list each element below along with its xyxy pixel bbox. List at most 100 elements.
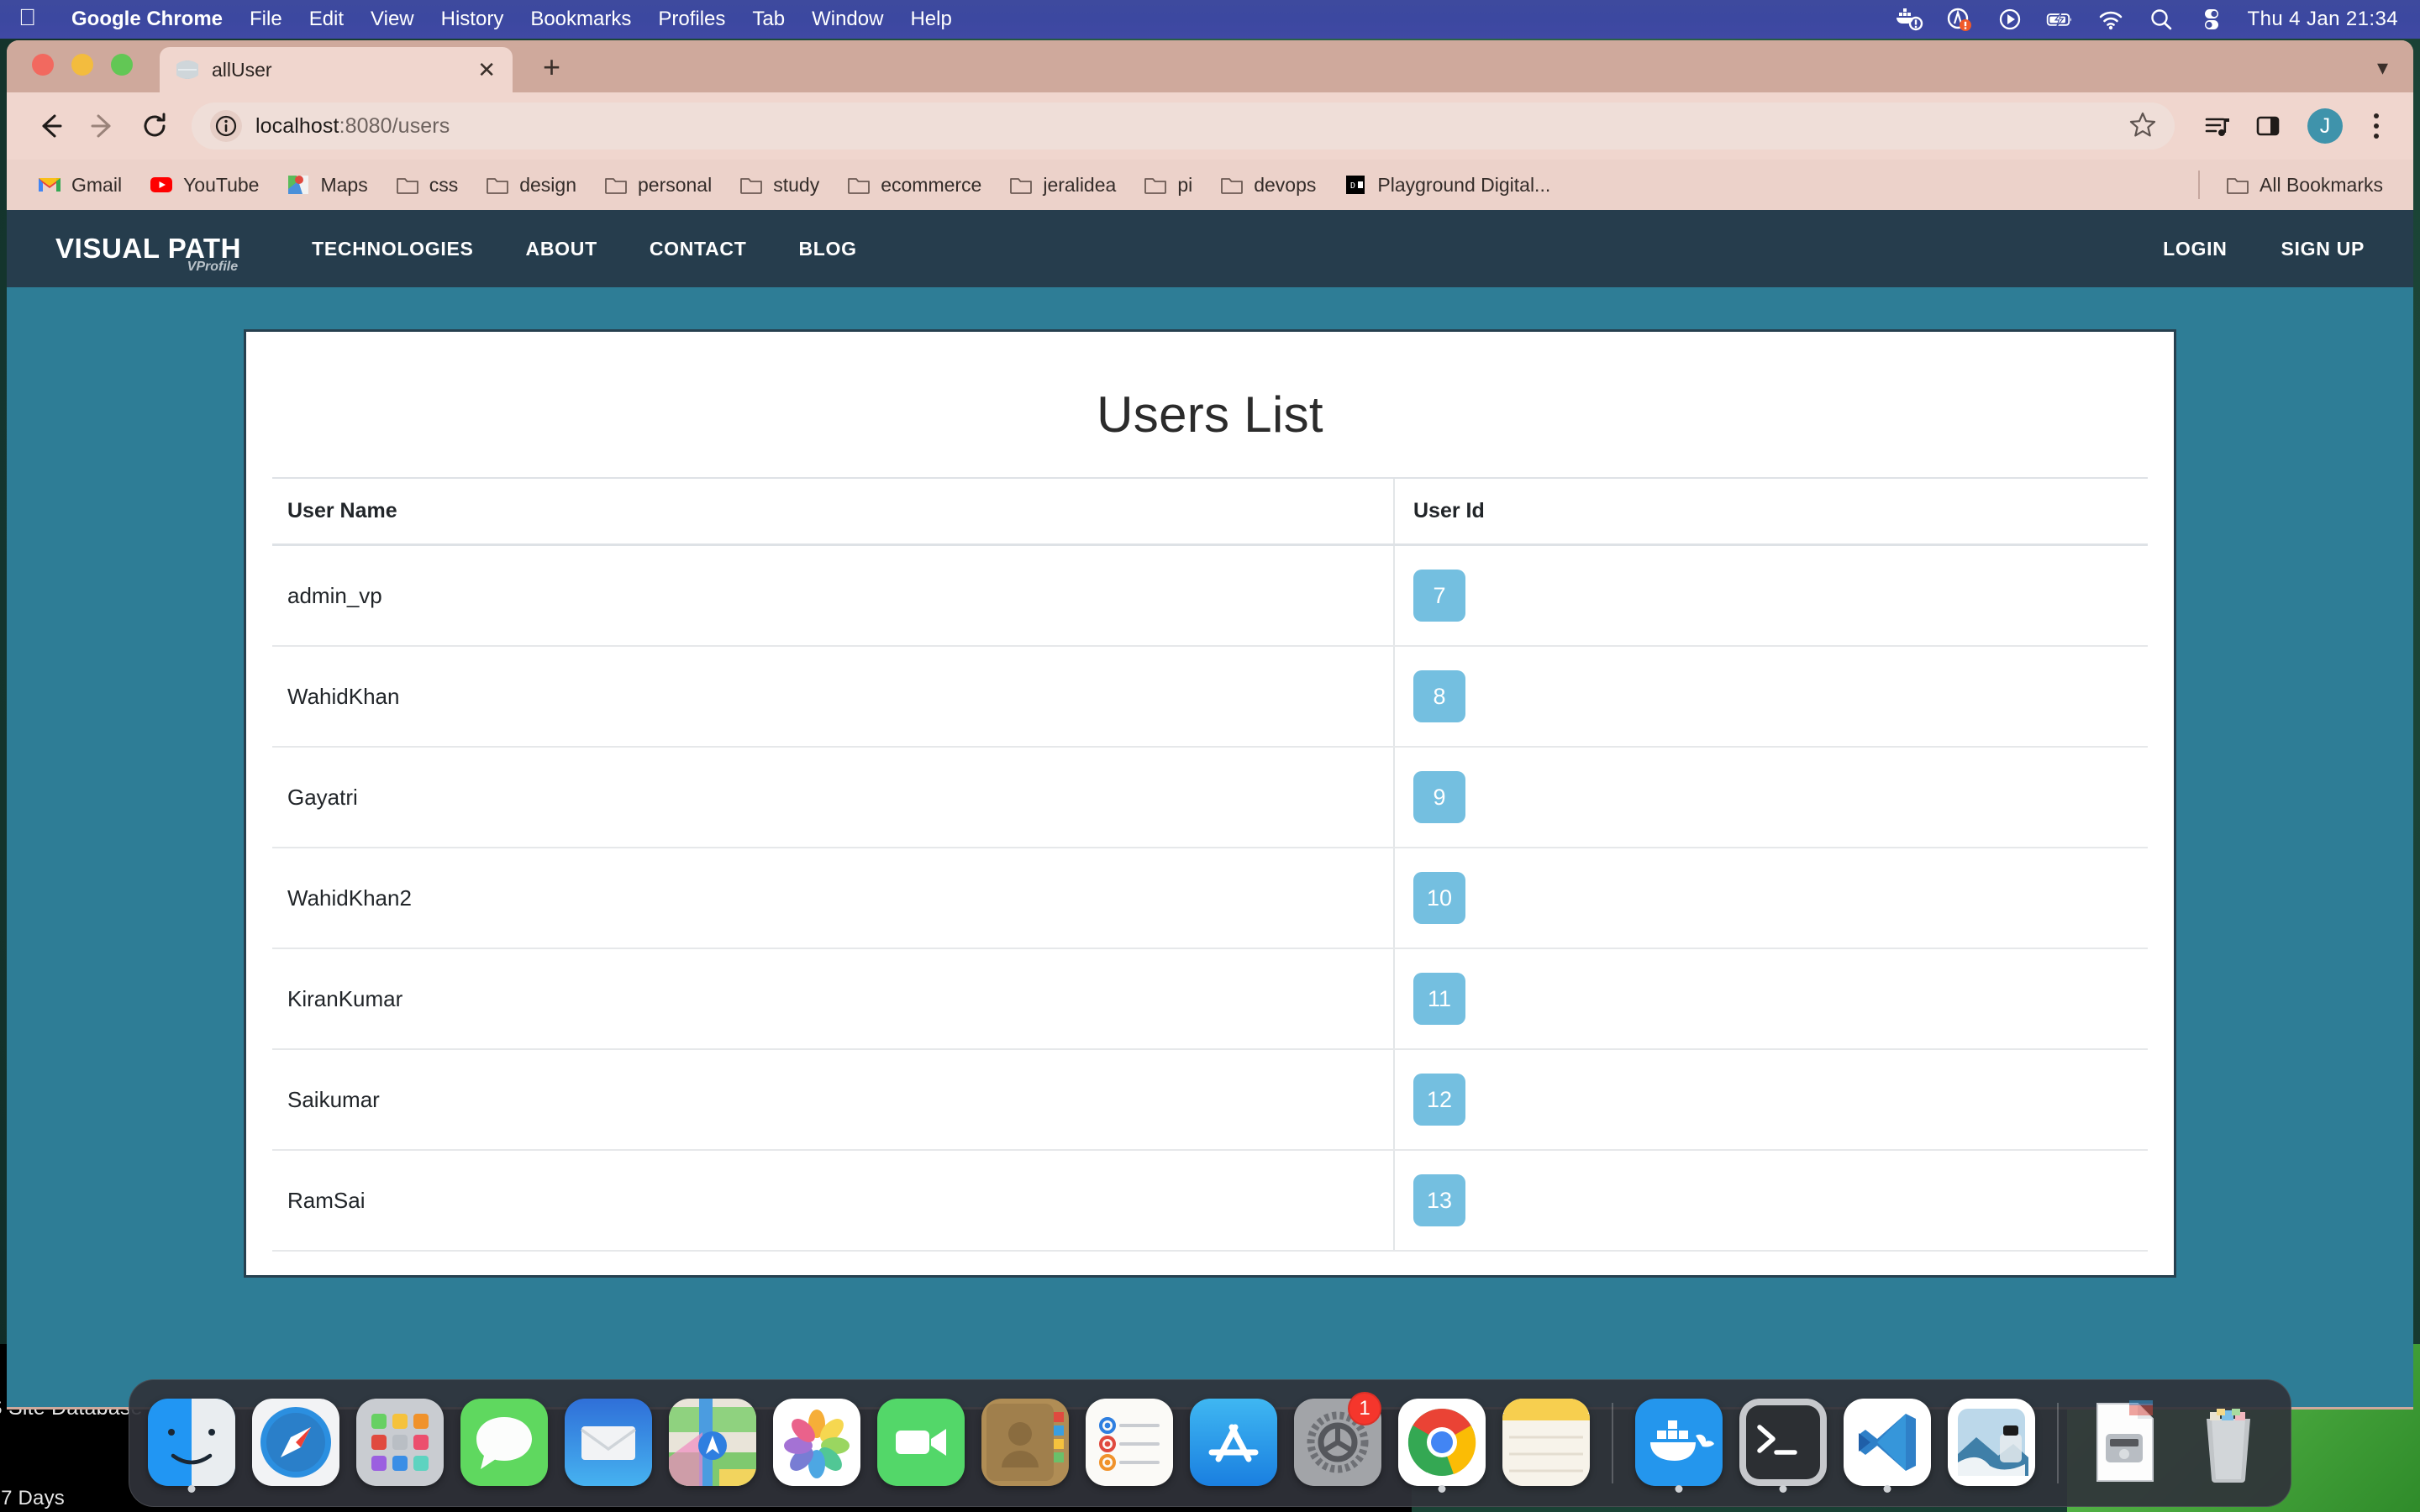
folder-icon [739,174,764,196]
dock-item-maps[interactable] [664,1392,761,1494]
users-table-head: User Name User Id [272,478,2148,545]
table-row[interactable]: KiranKumar 11 [272,948,2148,1049]
macos-menu-bar:  Google Chrome File Edit View History B… [0,0,2420,39]
dock-item-contacts[interactable] [976,1392,1074,1494]
status-badge: 7 [1413,570,1465,622]
nav-link-blog[interactable]: BLOG [798,238,856,260]
dock-item-notes[interactable] [1497,1392,1595,1494]
globe-icon [176,59,198,81]
browser-tab[interactable]: allUser ✕ [160,47,513,92]
status-badge: 9 [1413,771,1465,823]
dock-item-trash[interactable] [2180,1392,2277,1494]
bookmark-label: design [519,174,576,197]
dock-item-app-store[interactable] [1185,1392,1282,1494]
dock-item-messages[interactable] [455,1392,553,1494]
kebab-menu-icon[interactable] [2360,113,2393,139]
menu-item-bookmarks[interactable]: Bookmarks [517,8,644,31]
table-row[interactable]: WahidKhan 8 [272,646,2148,747]
all-bookmarks-button[interactable]: All Bookmarks [2213,169,2395,202]
wifi-icon[interactable] [2096,7,2125,32]
table-row[interactable]: Saikumar 12 [272,1049,2148,1150]
media-playlist-icon[interactable] [2195,103,2240,149]
play-circle-icon[interactable] [1996,7,2024,32]
dock-item-google-chrome[interactable] [1393,1392,1491,1494]
nav-link-login[interactable]: LOGIN [2163,238,2227,260]
dock-item-finder[interactable] [143,1392,240,1494]
battery-charging-icon[interactable] [2046,7,2075,32]
bookmark-pi[interactable]: pi [1131,169,1204,202]
table-row[interactable]: WahidKhan2 10 [272,848,2148,948]
folder-icon [2225,174,2250,196]
new-tab-button[interactable]: + [543,52,560,92]
dock-item-preview[interactable] [1943,1392,2040,1494]
menu-item-window[interactable]: Window [798,8,897,31]
dock-item-disk-file[interactable] [2075,1392,2173,1494]
menu-item-edit[interactable]: Edit [296,8,357,31]
menu-item-file[interactable]: File [236,8,296,31]
bookmark-ecommerce[interactable]: ecommerce [834,169,993,202]
site-brand[interactable]: VISUAL PATH VProfile [55,233,241,265]
search-icon[interactable] [2147,7,2175,32]
bookmark-devops[interactable]: devops [1207,169,1328,202]
close-icon[interactable]: ✕ [477,59,496,81]
column-header-user-name[interactable]: User Name [272,478,1394,545]
chevron-down-icon[interactable]: ▾ [2377,55,2413,92]
dock-item-launchpad[interactable] [351,1392,449,1494]
nav-link-sign-up[interactable]: SIGN UP [2281,238,2365,260]
docker-status-icon[interactable] [1895,7,1923,32]
address-bar[interactable]: localhost:8080/users [192,102,2175,150]
table-row[interactable]: RamSai 13 [272,1150,2148,1251]
back-arrow-icon[interactable] [27,102,74,150]
menu-item-tab[interactable]: Tab [739,8,798,31]
bookmark-playground-digital[interactable]: D Playground Digital... [1331,169,1562,202]
menu-item-google-chrome[interactable]: Google Chrome [58,8,236,31]
control-center-icon[interactable] [2197,7,2226,32]
brand-subtitle: VProfile [187,260,238,275]
bookmark-maps[interactable]: Maps [274,169,379,202]
menu-item-profiles[interactable]: Profiles [644,8,739,31]
menu-bar-clock[interactable]: Thu 4 Jan 21:34 [2248,8,2398,31]
dock-item-terminal[interactable] [1734,1392,1832,1494]
bookmark-css[interactable]: css [383,169,471,202]
dock-item-mail[interactable] [560,1392,657,1494]
star-icon[interactable] [2129,111,2156,142]
bookmark-design[interactable]: design [473,169,588,202]
column-header-user-id[interactable]: User Id [1394,478,2148,545]
menu-item-view[interactable]: View [357,8,428,31]
nav-link-technologies[interactable]: TECHNOLOGIES [312,238,473,260]
finder-icon [148,1399,235,1486]
table-row[interactable]: Gayatri 9 [272,747,2148,848]
bookmark-jeralidea[interactable]: jeralidea [997,169,1128,202]
close-window-button[interactable] [32,54,54,76]
macos-dock: 1 [129,1379,2291,1507]
avatar[interactable]: J [2307,108,2343,144]
nav-link-about[interactable]: ABOUT [526,238,597,260]
photos-icon [773,1399,860,1486]
dock-item-facetime[interactable] [872,1392,970,1494]
forward-arrow-icon[interactable] [79,102,126,150]
bookmark-youtube[interactable]: YouTube [137,169,271,202]
bookmark-study[interactable]: study [727,169,831,202]
dock-item-safari[interactable] [247,1392,345,1494]
table-row[interactable]: admin_vp 7 [272,545,2148,647]
dock-item-system-settings[interactable]: 1 [1289,1392,1386,1494]
info-circle-icon[interactable] [210,110,242,142]
apple-logo-icon[interactable]:  [18,6,36,29]
adobe-creative-cloud-warning-icon[interactable] [1945,7,1974,32]
bookmark-personal[interactable]: personal [592,169,723,202]
dock-item-vs-code[interactable] [1839,1392,1936,1494]
dock-item-docker[interactable] [1630,1392,1728,1494]
bookmark-gmail[interactable]: Gmail [25,169,134,202]
dock-item-photos[interactable] [768,1392,865,1494]
minimize-window-button[interactable] [71,54,93,76]
bookmark-label: ecommerce [881,174,981,197]
maximize-window-button[interactable] [111,54,133,76]
reload-icon[interactable] [131,102,178,150]
dock-item-reminders[interactable] [1081,1392,1178,1494]
menu-item-history[interactable]: History [428,8,518,31]
menu-item-help[interactable]: Help [897,8,965,31]
cell-user-name: Gayatri [272,747,1394,848]
bookmarks-bar: Gmail YouTube Maps css [7,160,2413,210]
nav-link-contact[interactable]: CONTACT [650,238,747,260]
side-panel-icon[interactable] [2245,103,2291,149]
